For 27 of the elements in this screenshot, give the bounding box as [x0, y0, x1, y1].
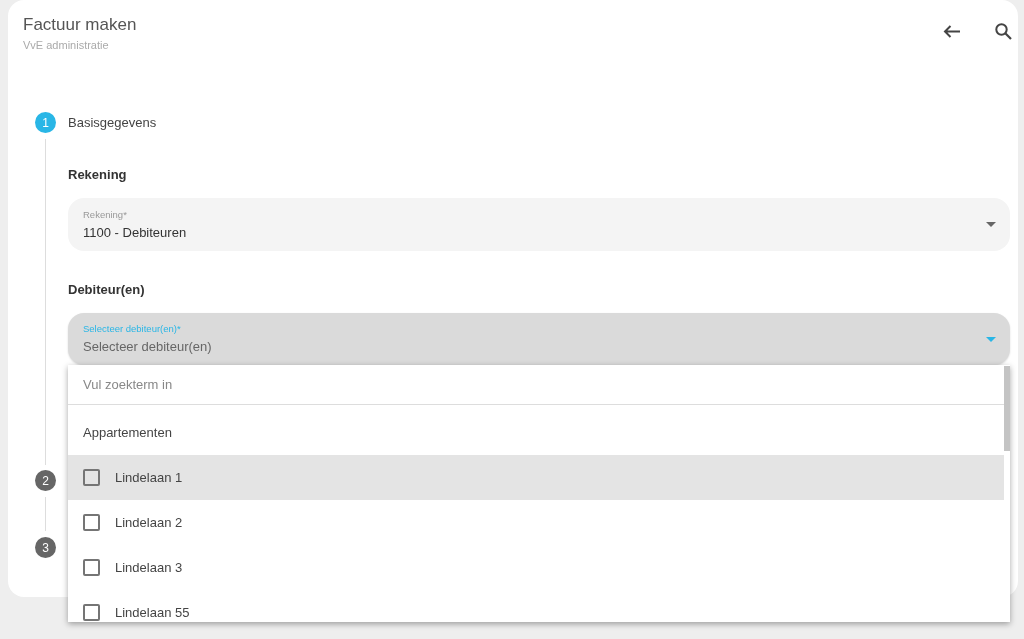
floating-label: Selecteer debiteur(en)*: [83, 323, 181, 335]
section-heading: Rekening: [68, 167, 127, 183]
step-number: 1: [35, 112, 56, 133]
select-field[interactable]: Selecteer debiteur(en)* Selecteer debiteur(en): [68, 313, 1010, 365]
checkbox[interactable]: [83, 559, 100, 576]
scrollbar-thumb[interactable]: [1004, 366, 1010, 451]
search-field[interactable]: Vul zoekterm in: [68, 365, 1004, 405]
back-arrow-icon: [943, 24, 961, 38]
checkbox[interactable]: [83, 469, 100, 486]
section-heading: Debiteur(en): [68, 282, 145, 298]
caret-icon: [986, 222, 996, 227]
floating-label: Rekening*: [83, 208, 127, 221]
search-icon: [994, 22, 1012, 40]
step-number: 2: [35, 470, 56, 491]
option-item[interactable]: Lindelaan 55: [68, 590, 1004, 622]
group-label: Appartementen: [82, 424, 173, 442]
page-title: Factuur maken: [23, 15, 137, 35]
select-value: 1100 - Debiteuren: [83, 224, 187, 241]
select-field[interactable]: Rekening* 1100 - Debiteuren: [68, 198, 1010, 251]
checkbox[interactable]: [83, 514, 100, 531]
select-placeholder: Selecteer debiteur(en): [83, 339, 212, 355]
checkbox[interactable]: [83, 604, 100, 621]
option-item[interactable]: Lindelaan 1: [68, 455, 1004, 500]
step-number: 3: [35, 537, 56, 558]
page-subtitle: VvE administratie: [23, 38, 109, 52]
step-label: Basisgegevens: [68, 115, 157, 130]
caret-icon: [986, 336, 996, 342]
